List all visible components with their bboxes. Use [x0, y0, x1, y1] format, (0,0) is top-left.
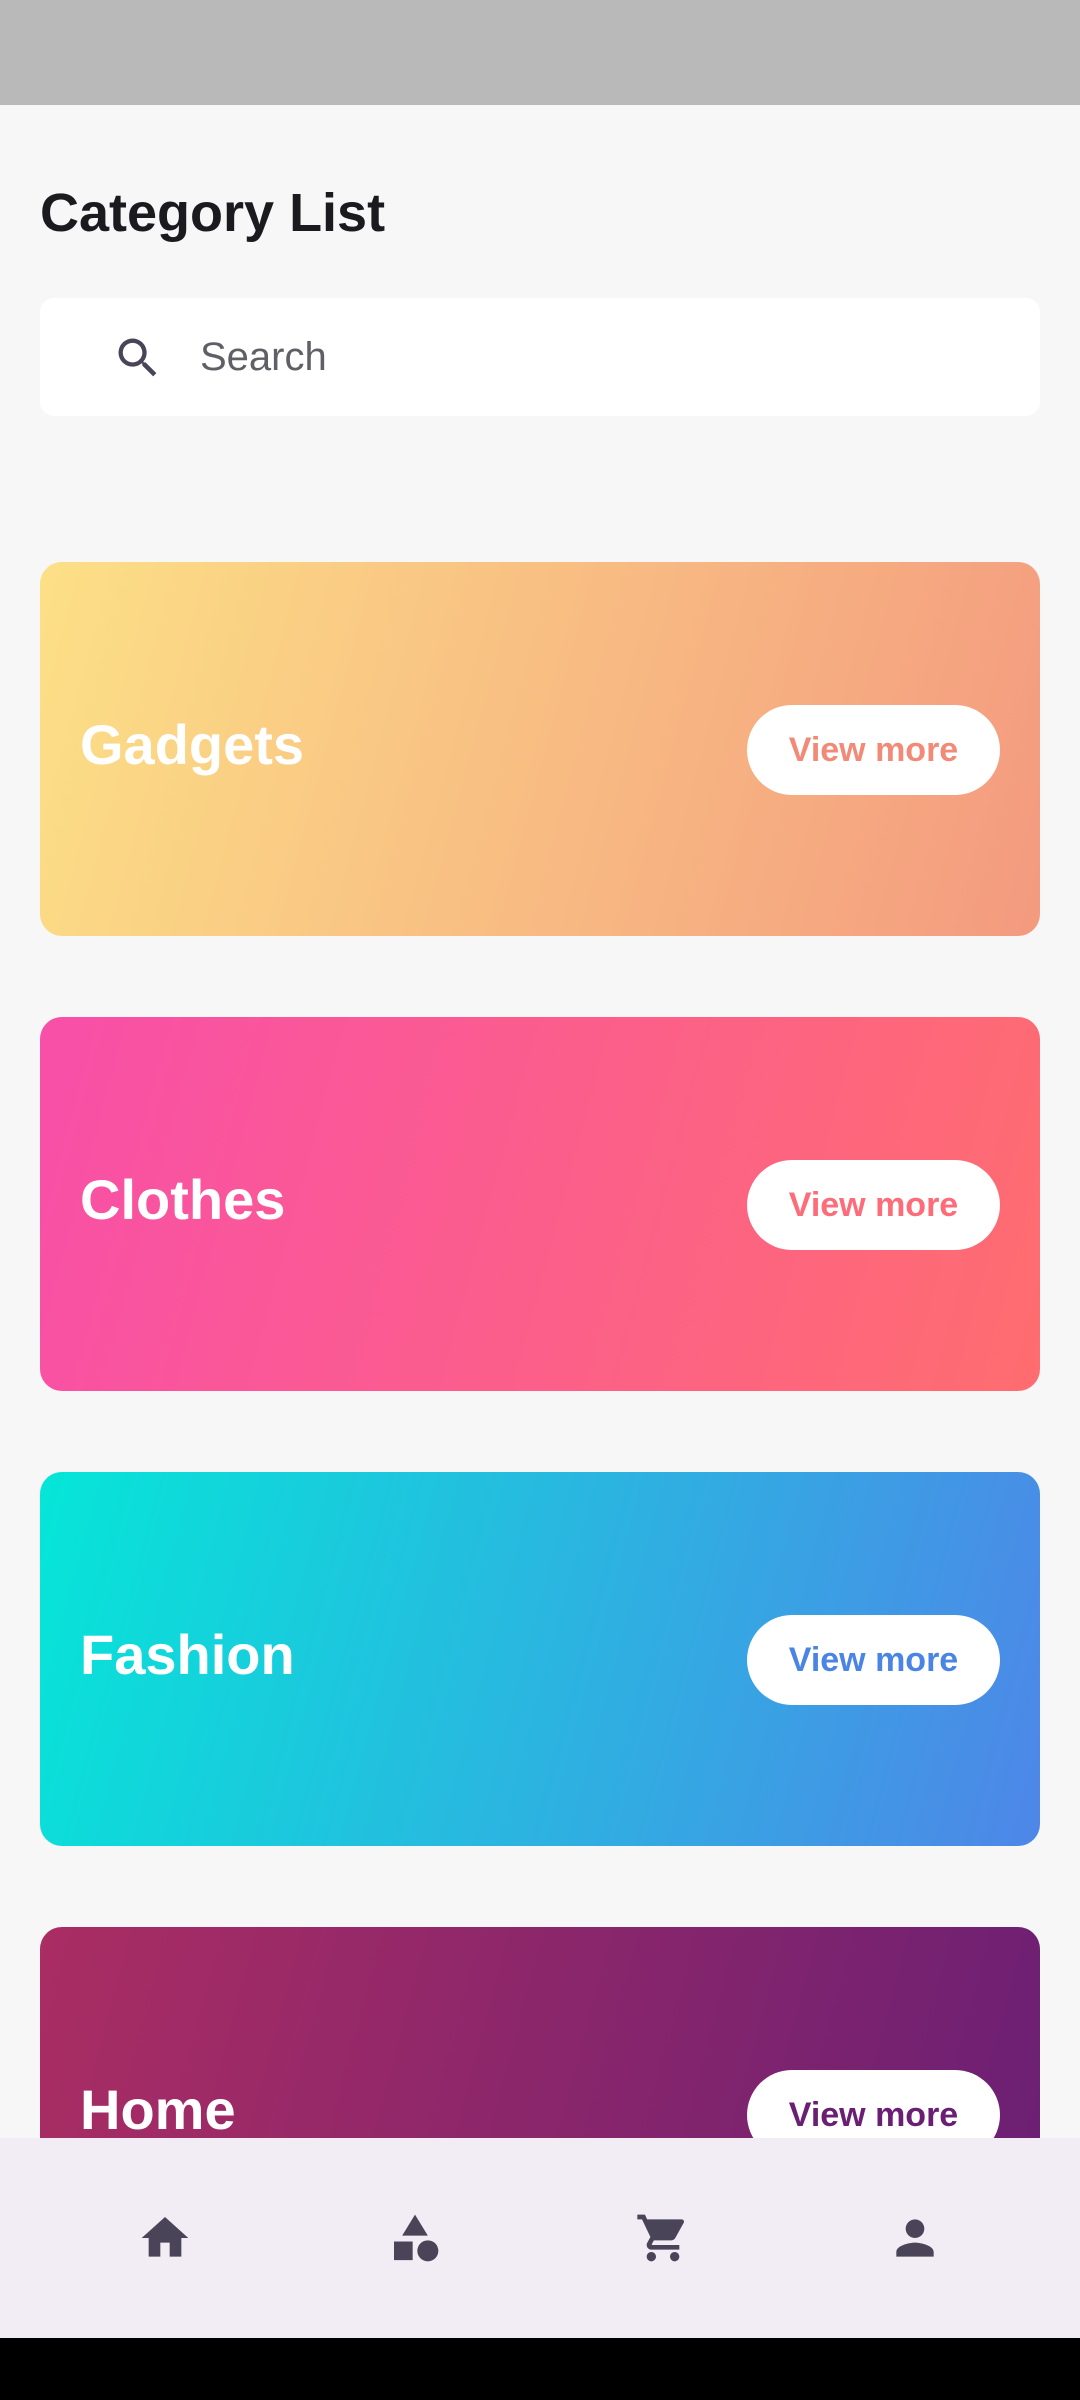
- category-card-clothes[interactable]: Clothes View more: [40, 1017, 1040, 1391]
- category-title: Home: [80, 2078, 236, 2141]
- bottom-navigation: [0, 2138, 1080, 2338]
- system-navigation-bar: [0, 2338, 1080, 2400]
- category-title: Gadgets: [80, 713, 305, 776]
- view-more-button[interactable]: View more: [747, 1615, 1000, 1705]
- page-title: Category List: [40, 183, 386, 243]
- category-title: Fashion: [80, 1623, 295, 1686]
- categories-icon: [394, 2214, 439, 2262]
- search-input[interactable]: [200, 322, 1000, 392]
- view-more-button[interactable]: View more: [747, 705, 1000, 795]
- home-icon: [141, 2217, 189, 2257]
- search-bar[interactable]: [40, 298, 1040, 416]
- search-icon: [118, 338, 157, 377]
- category-card-fashion[interactable]: Fashion View more: [40, 1472, 1040, 1846]
- cart-icon: [637, 2214, 685, 2262]
- profile-icon: [896, 2219, 934, 2257]
- nav-item-cart[interactable]: [623, 2198, 703, 2278]
- nav-item-categories[interactable]: [375, 2198, 455, 2278]
- view-more-button[interactable]: View more: [747, 1160, 1000, 1250]
- category-card-gadgets[interactable]: Gadgets View more: [40, 562, 1040, 936]
- status-bar: [0, 0, 1080, 105]
- category-title: Clothes: [80, 1168, 286, 1231]
- nav-item-profile[interactable]: [875, 2198, 955, 2278]
- nav-item-home[interactable]: [125, 2198, 205, 2278]
